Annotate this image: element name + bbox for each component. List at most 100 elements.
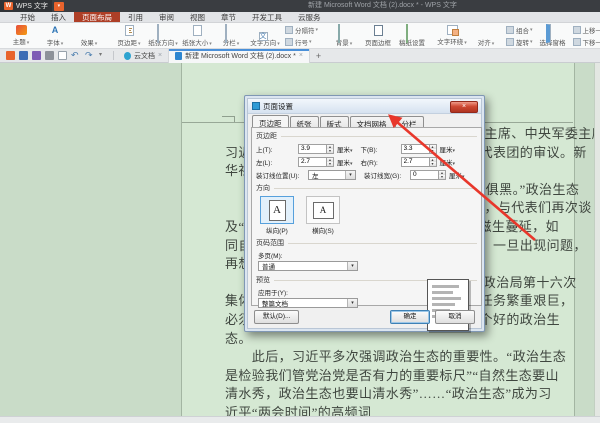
breaks-button[interactable]: 分隔符▾: [285, 25, 318, 35]
document-line: 清水秀，政治生态也要山清水秀”……“政治生态”成为习: [225, 385, 570, 404]
wps-home-icon[interactable]: [6, 51, 15, 60]
menu-tab[interactable]: 章节: [213, 12, 244, 22]
send-backward-button[interactable]: 下移一层▾: [573, 37, 600, 47]
paper-size-button[interactable]: 纸张大小▾: [180, 23, 214, 48]
unit-dropdown[interactable]: 厘米▾: [337, 144, 353, 154]
undo-icon[interactable]: ↶: [71, 51, 81, 60]
gutter-position-label: 装订线位置(U):: [256, 170, 308, 180]
menu-tab[interactable]: 开发工具: [244, 12, 290, 22]
quick-access-caret-icon[interactable]: ▾: [99, 51, 107, 60]
gutter-width-stepper[interactable]: ▲▼: [410, 170, 446, 180]
effects-button[interactable]: 效果▾: [72, 23, 106, 48]
multi-pages-label: 多页(M):: [258, 250, 477, 260]
menu-tab[interactable]: 云服务: [290, 12, 329, 22]
theme-button[interactable]: 主题▾: [4, 23, 38, 48]
ribbon: 主题▾ A字体▾ 效果▾ 页边距▾ 纸张方向▾ 纸张大小▾ 分栏▾ 文文字方向▾…: [0, 23, 600, 49]
print-icon[interactable]: [45, 51, 54, 60]
page-border-button[interactable]: 页面边框: [361, 23, 395, 48]
landscape-page-icon: A: [313, 202, 334, 219]
menu-tab[interactable]: 视图: [182, 12, 213, 22]
margin-left-stepper[interactable]: ▲▼: [298, 157, 334, 167]
line-number-icon: [285, 38, 293, 46]
menu-tab[interactable]: 页面布局: [74, 12, 120, 22]
ok-button[interactable]: 确定: [390, 310, 430, 324]
menu-tab-bar: 开始插入页面布局引用审阅视图章节开发工具云服务: [0, 12, 600, 23]
margins-tab-panel: 页边距 上(T): ▲▼ 厘米▾ 下(B): ▲▼ 厘米▾ 左(L): ▲▼ 厘…: [251, 127, 482, 306]
close-tab-icon[interactable]: ×: [158, 52, 162, 59]
menu-tab[interactable]: 开始: [12, 12, 43, 22]
group-rotate-stack: 组合▾ 旋转▾: [503, 23, 536, 48]
wps-logo-icon: W: [4, 2, 13, 10]
theme-icon: [16, 25, 27, 35]
save-icon[interactable]: [19, 51, 28, 60]
portrait-label: 纵向(P): [260, 225, 294, 235]
menu-tab[interactable]: 审阅: [151, 12, 182, 22]
grid-paper-icon: [406, 24, 408, 43]
vertical-scrollbar[interactable]: [594, 63, 600, 416]
margin-right-stepper[interactable]: ▲▼: [401, 157, 437, 167]
breaks-icon: [285, 26, 293, 34]
app-name: WPS 文字: [16, 1, 48, 11]
bring-forward-button[interactable]: 上移一层▾: [573, 25, 600, 35]
menu-tab[interactable]: 引用: [120, 12, 151, 22]
app-menu-caret-icon[interactable]: ▾: [54, 2, 64, 11]
divider: [113, 51, 114, 60]
margin-right-label: 右(R):: [361, 157, 401, 167]
dialog-button-row: 默认(D)... 确定 取消: [248, 310, 481, 324]
grid-paper-button[interactable]: 稿纸设置: [395, 23, 429, 48]
tab-cloud-docs[interactable]: 云文档 ×: [118, 49, 169, 63]
landscape-label: 横向(S): [306, 225, 340, 235]
orientation-landscape-button[interactable]: A: [306, 196, 340, 224]
background-button[interactable]: 背景▾: [327, 23, 361, 48]
text-direction-button[interactable]: 文文字方向▾: [248, 23, 282, 48]
default-button[interactable]: 默认(D)...: [254, 310, 299, 324]
align-button[interactable]: 对齐▾: [469, 23, 503, 48]
new-tab-button[interactable]: +: [310, 51, 327, 61]
rotate-button[interactable]: 旋转▾: [506, 37, 533, 47]
orientation-group-label: 方向: [256, 183, 270, 193]
margin-corner-mark: [222, 116, 235, 122]
orientation-portrait-button[interactable]: A: [260, 196, 294, 224]
quick-access-bar: ↶ ↷ ▾ 云文档 × 新建 Microsoft Word 文档 (2).doc…: [0, 49, 600, 63]
portrait-page-icon: A: [269, 200, 286, 221]
multi-pages-select[interactable]: 普通▾: [258, 261, 358, 271]
unit-dropdown[interactable]: 厘米▾: [449, 170, 465, 180]
dialog-title: 页面设置: [263, 101, 293, 112]
unit-dropdown[interactable]: 厘米▾: [440, 157, 456, 167]
margins-icon: [125, 25, 134, 36]
unit-dropdown[interactable]: 厘米▾: [440, 144, 456, 154]
unit-dropdown[interactable]: 厘米▾: [337, 157, 353, 167]
margin-bottom-stepper[interactable]: ▲▼: [401, 144, 437, 154]
paper-orientation-button[interactable]: 纸张方向▾: [146, 23, 180, 48]
redo-icon[interactable]: ↷: [85, 51, 95, 60]
background-icon: [338, 24, 340, 43]
dialog-title-bar[interactable]: 页面设置: [248, 99, 481, 114]
word-doc-icon: [175, 52, 182, 60]
print-preview-icon[interactable]: [58, 51, 67, 60]
margins-button[interactable]: 页边距▾: [112, 23, 146, 48]
columns-button[interactable]: 分栏▾: [214, 23, 248, 48]
tab-current-document[interactable]: 新建 Microsoft Word 文档 (2).docx * ×: [169, 49, 310, 63]
group-button[interactable]: 组合▾: [506, 25, 533, 35]
send-backward-icon: [573, 38, 581, 46]
margin-top-stepper[interactable]: ▲▼: [298, 144, 334, 154]
fonts-button[interactable]: A字体▾: [38, 23, 72, 48]
close-tab-icon[interactable]: ×: [299, 52, 303, 59]
dialog-close-button[interactable]: ×: [450, 101, 478, 113]
export-icon[interactable]: [32, 51, 41, 60]
line-number-button[interactable]: 行号▾: [285, 37, 318, 47]
text-wrap-button[interactable]: 文字环绕▾: [435, 23, 469, 48]
page-setup-dialog: 页面设置 × 页边距 纸张 版式 文档网格 分栏 页边距 上(T): ▲▼ 厘米…: [244, 95, 485, 332]
layer-stack: 上移一层▾ 下移一层▾: [570, 23, 600, 48]
apply-to-select[interactable]: 整篇文档▾: [258, 298, 358, 308]
selection-pane-button[interactable]: 选择窗格: [536, 23, 570, 48]
menu-tab[interactable]: 插入: [43, 12, 74, 22]
dialog-icon: [252, 102, 260, 110]
gutter-position-select[interactable]: 左▾: [308, 170, 356, 180]
gutter-width-label: 装订线宽(G):: [364, 170, 410, 180]
app-menu-button[interactable]: W WPS 文字: [0, 0, 52, 12]
group-icon: [506, 26, 514, 34]
breaks-linenum-stack: 分隔符▾ 行号▾: [282, 23, 321, 48]
preview-group-label: 预览: [256, 275, 270, 285]
cancel-button[interactable]: 取消: [435, 310, 475, 324]
